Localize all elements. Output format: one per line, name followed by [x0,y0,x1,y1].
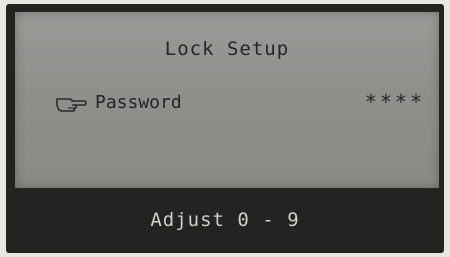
password-setting-row[interactable]: Password **** [55,90,425,116]
password-label: Password [95,92,182,113]
lcd-screen: Lock Setup Password **** [15,12,439,188]
password-value[interactable]: **** [365,90,425,114]
lcd-display: Lock Setup Password **** Adjust 0 - 9 [6,4,444,253]
screen-title: Lock Setup [164,38,290,60]
adjust-hint: Adjust 0 - 9 [150,209,300,231]
pointing-hand-icon [56,98,87,112]
